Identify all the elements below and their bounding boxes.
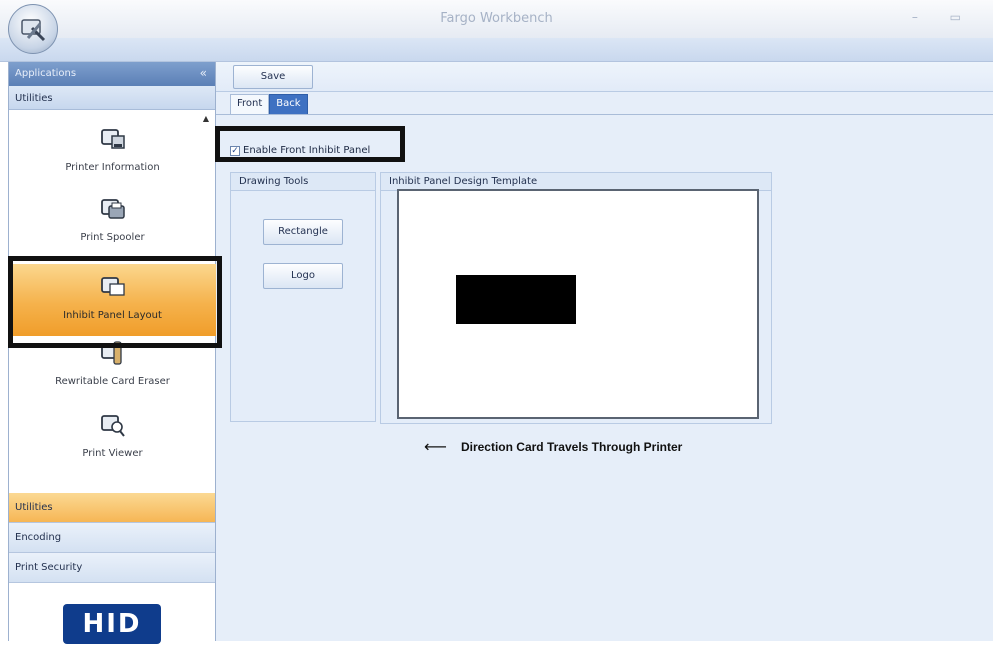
- window-controls[interactable]: – ▭: [912, 10, 975, 24]
- rectangle-button[interactable]: Rectangle: [263, 219, 343, 245]
- sidebar-section-title: Utilities: [9, 86, 215, 110]
- tool-printer-information[interactable]: Printer Information: [9, 124, 216, 194]
- accordion-print-security[interactable]: Print Security: [9, 553, 215, 583]
- design-template-group: Inhibit Panel Design Template: [380, 172, 772, 424]
- collapse-icon[interactable]: «: [200, 66, 207, 80]
- hid-logo: HID: [63, 604, 161, 644]
- scroll-up-icon[interactable]: ▲: [203, 114, 209, 123]
- tool-label: Print Viewer: [82, 448, 143, 459]
- tab-underline: [216, 114, 993, 115]
- direction-text: Direction Card Travels Through Printer: [460, 439, 683, 454]
- tool-label: Printer Information: [65, 162, 160, 173]
- window-title: Fargo Workbench: [440, 11, 553, 26]
- print-spooler-icon: [100, 199, 125, 219]
- tab-bar: Front Back: [230, 94, 308, 114]
- tab-front[interactable]: Front: [230, 94, 270, 114]
- tab-back[interactable]: Back: [269, 94, 308, 114]
- logo-area: HID: [9, 583, 215, 665]
- annotation-box-tool: [8, 256, 222, 348]
- drawing-tools-title: Drawing Tools: [231, 173, 375, 191]
- tool-rewritable-card-eraser[interactable]: Rewritable Card Eraser: [9, 338, 216, 408]
- app-logo-icon: [21, 19, 46, 42]
- save-button[interactable]: Save: [233, 65, 313, 89]
- direction-note: ⟵ Direction Card Travels Through Printer: [424, 437, 682, 456]
- tool-label: Print Spooler: [80, 232, 145, 243]
- tool-print-spooler[interactable]: Print Spooler: [9, 194, 216, 264]
- logo-button[interactable]: Logo: [263, 263, 343, 289]
- tool-label: Rewritable Card Eraser: [55, 376, 170, 387]
- sidebar-header[interactable]: Applications «: [9, 62, 215, 86]
- design-canvas[interactable]: [397, 189, 759, 419]
- print-viewer-icon: [100, 415, 125, 437]
- tool-print-viewer[interactable]: Print Viewer: [9, 410, 216, 480]
- ribbon-strip: [0, 38, 993, 62]
- title-bar: Fargo Workbench – ▭: [0, 0, 993, 38]
- printer-info-icon: [100, 129, 125, 149]
- sidebar: Applications « Utilities ▲ Printer Infor…: [8, 62, 216, 665]
- app-menu-button[interactable]: [8, 4, 58, 54]
- accordion-utilities[interactable]: Utilities: [9, 493, 215, 523]
- annotation-box-checkbox: [215, 126, 405, 162]
- left-arrow-icon: ⟵: [424, 437, 447, 456]
- sidebar-header-label: Applications: [15, 68, 77, 79]
- toolbar: Save: [216, 62, 993, 92]
- drawing-tools-group: Drawing Tools Rectangle Logo: [230, 172, 376, 422]
- accordion-encoding[interactable]: Encoding: [9, 523, 215, 553]
- inhibit-rectangle[interactable]: [456, 275, 576, 324]
